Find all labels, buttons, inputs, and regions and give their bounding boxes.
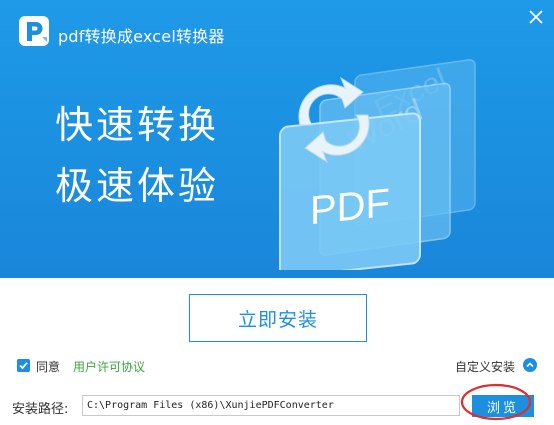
app-title: pdf转换成excel转换器 [58,27,225,46]
install-path-input[interactable] [82,395,460,416]
header-banner: pdf转换成excel转换器 快速转换 极速体验 Excel Word PDF [0,0,554,278]
license-agreement-link[interactable]: 用户许可协议 [73,358,145,375]
install-path-label: 安装路径: [12,402,69,417]
custom-install-label[interactable]: 自定义安装 [455,358,515,375]
chevron-up-icon[interactable] [523,358,537,372]
app-logo-icon [19,16,49,46]
agree-checkbox[interactable] [17,359,30,372]
install-now-button[interactable]: 立即安装 [189,294,367,342]
browse-button[interactable]: 浏览 [472,395,534,417]
document-conversion-illustration: Excel Word PDF [279,59,476,270]
slogan-line-1: 快速转换 [55,103,220,147]
slogan-line-2: 极速体验 [55,164,220,208]
agree-label: 同意 [36,360,61,374]
pdf-doc-label: PDF [310,181,390,233]
close-icon[interactable] [526,7,546,27]
